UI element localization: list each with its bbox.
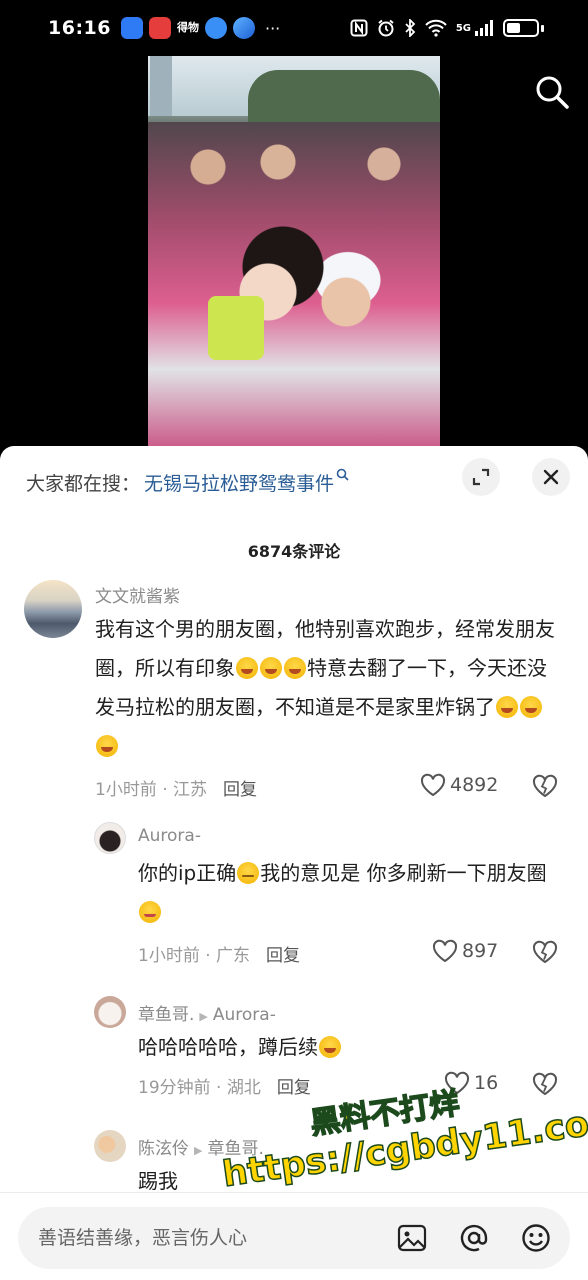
reply-to-name: Aurora- [212, 1005, 276, 1025]
like-count: 897 [462, 940, 499, 962]
comment-text: 哈哈哈哈哈，蹲后续 [138, 1028, 558, 1067]
image-button[interactable] [396, 1222, 428, 1254]
laughing-emoji-icon [520, 696, 542, 718]
alarm-icon [378, 19, 394, 37]
like-count: 4892 [450, 774, 499, 796]
comment-time-location: 19分钟前 · 湖北 [138, 1078, 261, 1098]
comment-username[interactable]: 章鱼哥. ▶ Aurora- [138, 1000, 276, 1025]
comment-meta: 19分钟前 · 湖北 回复 [138, 1073, 311, 1098]
video-crowd [148, 122, 440, 450]
nfc-icon [350, 19, 368, 37]
expand-button[interactable] [462, 458, 500, 496]
expand-icon [472, 468, 490, 486]
comment-username-text: 陈泫伶 [138, 1139, 189, 1159]
search-button[interactable] [534, 74, 570, 110]
avatar[interactable] [94, 1130, 126, 1162]
app-red-icon [148, 17, 171, 39]
messages-icon [120, 17, 143, 39]
comment-count: 6874条评论 [247, 542, 341, 561]
reply-arrow-icon: ▶ [194, 1144, 203, 1157]
battery-tip [541, 24, 544, 32]
laughing-emoji-icon [284, 657, 306, 679]
like-button[interactable]: 4892 [420, 773, 498, 797]
emoji-icon [522, 1224, 550, 1252]
laughing-emoji-icon [496, 696, 518, 718]
network-type-label: 5G [455, 22, 471, 34]
close-icon [543, 469, 559, 485]
comment-text-part: 我的意见是 你多刷新一下朋友圈 [260, 861, 547, 885]
text-app-icon: 得物 [176, 21, 199, 34]
bluetooth-icon [405, 19, 416, 37]
comment-text: 我有这个男的朋友圈，他特别喜欢跑步，经常发朋友圈，所以有印象 特意去翻了一下，今天… [95, 610, 565, 766]
heart-icon [432, 939, 458, 963]
comment-meta: 1小时前 · 江苏 回复 [95, 775, 257, 800]
comment-text-part: 踢我 [138, 1169, 178, 1193]
signal-icon [475, 20, 493, 36]
comment-text-part: 你的ip正确 [138, 861, 237, 885]
hot-search-query[interactable]: 无锡马拉松野鸳鸯事件 [144, 469, 334, 496]
comment-item: 文文就酱紫 我有这个男的朋友圈，他特别喜欢跑步，经常发朋友圈，所以有印象 特意去翻… [0, 578, 588, 804]
shy-emoji-icon [139, 901, 161, 923]
reply-button[interactable]: 回复 [223, 775, 257, 800]
smug-emoji-icon [237, 862, 260, 884]
comment-time-location: 1小时前 · 广东 [138, 946, 251, 966]
avatar[interactable] [94, 996, 126, 1028]
laughing-emoji-icon [260, 657, 282, 679]
system-icons: 5G [350, 19, 544, 37]
video-trees [248, 70, 440, 128]
comment-input[interactable] [38, 1227, 358, 1249]
wifi-icon [425, 19, 447, 37]
baidu-icon [204, 17, 227, 39]
browser-icon [232, 17, 255, 39]
comment-text-part: 哈哈哈哈哈，蹲后续 [138, 1035, 318, 1059]
reply-arrow-icon: ▶ [199, 1010, 208, 1023]
laughing-emoji-icon [319, 1036, 341, 1058]
emoji-button[interactable] [520, 1222, 552, 1254]
broken-heart-icon [532, 774, 558, 798]
search-icon [536, 76, 569, 109]
video-frame[interactable] [148, 56, 440, 450]
comment-input-bar [0, 1192, 588, 1280]
comment-username[interactable]: Aurora- [138, 826, 201, 846]
dislike-button[interactable] [532, 774, 558, 802]
at-mention-icon [460, 1224, 488, 1252]
search-small-icon [336, 468, 349, 481]
video-player[interactable] [0, 56, 588, 450]
laughing-emoji-icon [236, 657, 258, 679]
comment-time-location: 1小时前 · 江苏 [95, 780, 208, 800]
close-button[interactable] [532, 458, 570, 496]
comment-text: 你的ip正确 我的意见是 你多刷新一下朋友圈 [138, 854, 558, 932]
dislike-button[interactable] [532, 940, 558, 968]
heart-icon [420, 773, 446, 797]
video-yellow-top [208, 296, 264, 360]
avatar[interactable] [24, 580, 82, 638]
comment-meta: 1小时前 · 广东 回复 [138, 941, 300, 966]
laughing-emoji-icon [96, 735, 118, 757]
comment-item: Aurora- 你的ip正确 我的意见是 你多刷新一下朋友圈 1小时前 · 广东 … [0, 820, 588, 970]
comment-input-box[interactable] [18, 1207, 570, 1269]
reply-button[interactable]: 回复 [277, 1073, 311, 1098]
broken-heart-icon [532, 940, 558, 964]
comment-username-text: 章鱼哥. [138, 1005, 195, 1025]
mention-button[interactable] [458, 1222, 490, 1254]
avatar[interactable] [94, 822, 126, 854]
notification-icons: 得物 ··· [120, 17, 281, 39]
reply-button[interactable]: 回复 [266, 941, 300, 966]
video-building [150, 56, 172, 116]
comment-username[interactable]: 文文就酱紫 [95, 582, 180, 607]
more-notifications-icon: ··· [264, 18, 281, 38]
status-time: 16:16 [48, 17, 111, 39]
hot-search-prefix: 大家都在搜： [26, 472, 141, 495]
image-icon [397, 1224, 427, 1252]
battery-icon [503, 19, 539, 37]
status-bar: 16:16 得物 ··· 5G [0, 0, 588, 56]
like-button[interactable]: 897 [432, 939, 498, 963]
